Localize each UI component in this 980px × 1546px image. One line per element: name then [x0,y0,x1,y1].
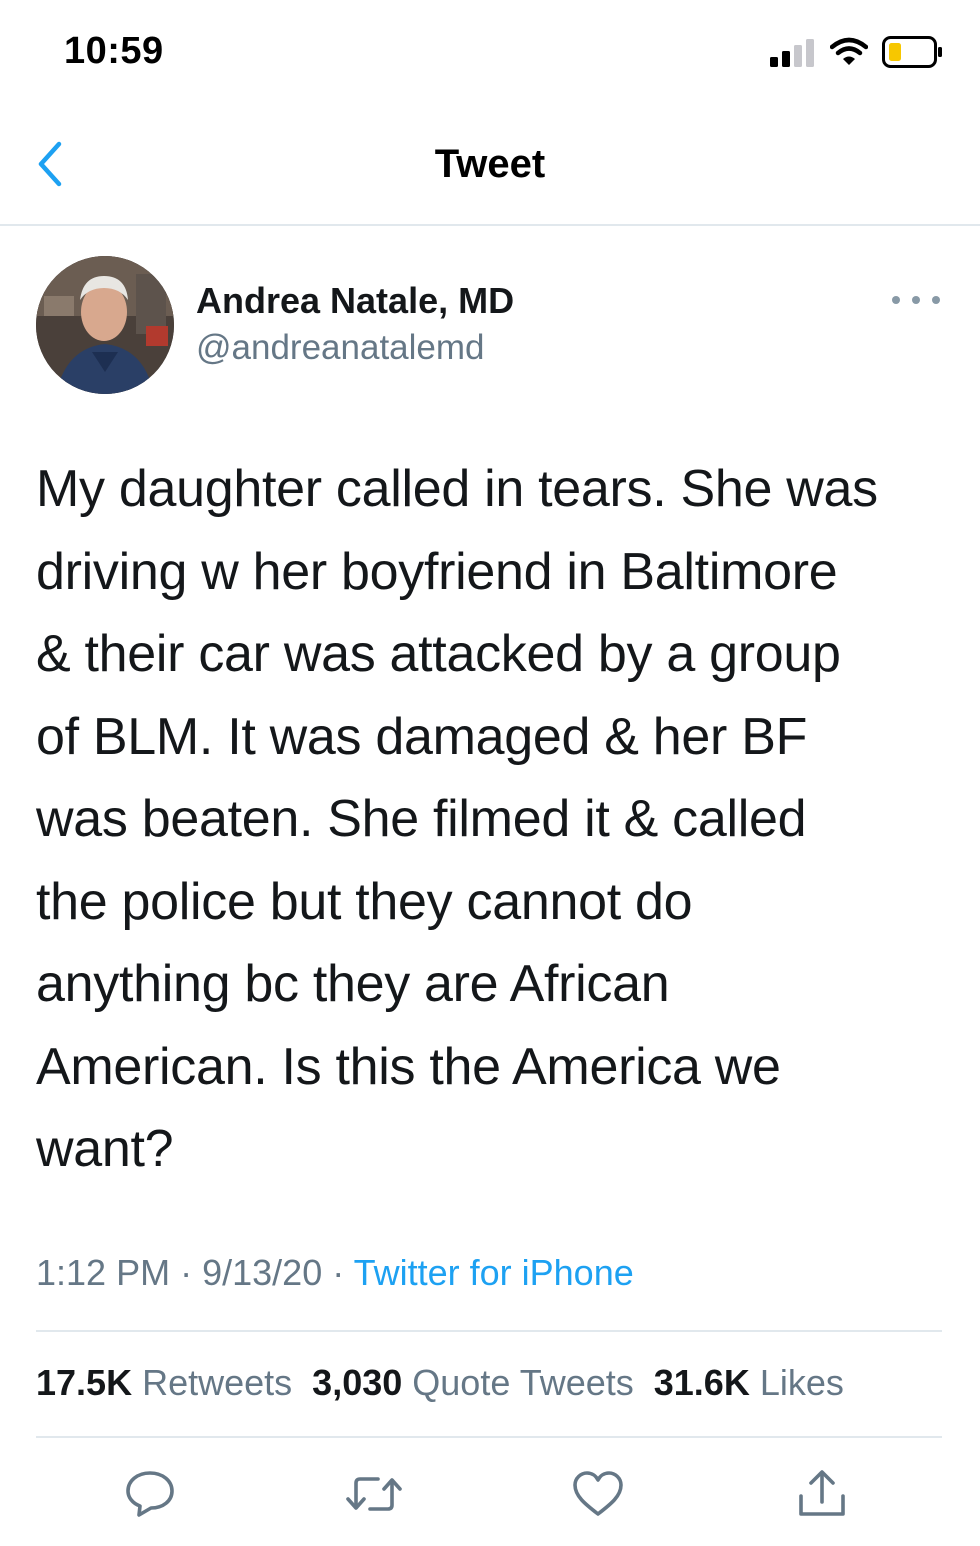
retweets-count: 17.5K [36,1362,133,1403]
tweet-text-line: My daughter called in tears. She was [36,460,878,518]
tweet-time: 1:12 PM [36,1252,171,1293]
retweets-label: Retweets [142,1362,293,1403]
signal-icon [770,37,816,72]
tweet-source-link[interactable]: Twitter for iPhone [354,1252,634,1293]
tweet-detail-screen: 10:59 Tweet Andrea Natale, MD @andreanat… [0,0,980,1546]
tweet-text-line: of BLM. It was damaged & her BF [36,707,808,766]
meta-separator: · [180,1252,193,1293]
divider [36,1436,942,1438]
likes-count: 31.6K [653,1362,750,1403]
likes-stat[interactable]: 31.6K Likes [654,1362,844,1403]
page-title: Tweet [434,142,546,186]
share-icon [795,1468,849,1525]
meta-separator: · [332,1252,345,1293]
wifi-icon [829,37,869,72]
action-bar [0,1460,980,1540]
author-handle[interactable]: @andreanatalemd [196,328,485,368]
tweet-text-line: & their car was attacked by a group [36,625,841,683]
tweet-text-line: the police but they cannot do [36,872,693,931]
more-dot-icon [912,296,920,304]
retweet-button[interactable] [338,1460,410,1532]
nav-bar: Tweet [0,110,980,226]
battery-icon [882,36,944,73]
more-dot-icon [892,296,900,304]
like-icon [571,1470,625,1523]
more-options-button[interactable] [892,286,940,314]
tweet-text-line: American. Is this the America we [36,1037,781,1096]
reply-button[interactable] [114,1460,186,1532]
like-button[interactable] [562,1460,634,1532]
avatar[interactable] [36,256,174,394]
tweet-text-line: was beaten. She filmed it & called [36,790,807,848]
quote-tweets-label: Quote Tweets [412,1362,634,1403]
reply-icon [124,1469,176,1524]
tweet-text-line: driving w her boyfriend in Baltimore [36,542,838,601]
more-dot-icon [932,296,940,304]
tweet-text-line: want? [36,1120,174,1178]
tweet-stats: 17.5K Retweets 3,030 Quote Tweets 31.6K Li… [36,1362,844,1404]
tweet-text-line: anything bc they are African [36,955,670,1013]
retweets-stat[interactable]: 17.5K Retweets [36,1362,292,1403]
tweet-meta: 1:12 PM · 9/13/20 · Twitter for iPhone [36,1252,634,1294]
quote-tweets-count: 3,030 [312,1362,403,1403]
quote-tweets-stat[interactable]: 3,030 Quote Tweets [312,1362,634,1403]
status-time: 10:59 [64,30,164,72]
divider [36,1330,942,1332]
retweet-icon [344,1471,404,1522]
status-bar: 10:59 [0,0,980,110]
status-icons [770,36,944,73]
tweet-date: 9/13/20 [202,1252,323,1293]
author-name[interactable]: Andrea Natale, MD [196,280,514,322]
likes-label: Likes [759,1362,844,1403]
tweet-text: My daughter called in tears. She was dri… [36,448,946,1191]
share-button[interactable] [786,1460,858,1532]
